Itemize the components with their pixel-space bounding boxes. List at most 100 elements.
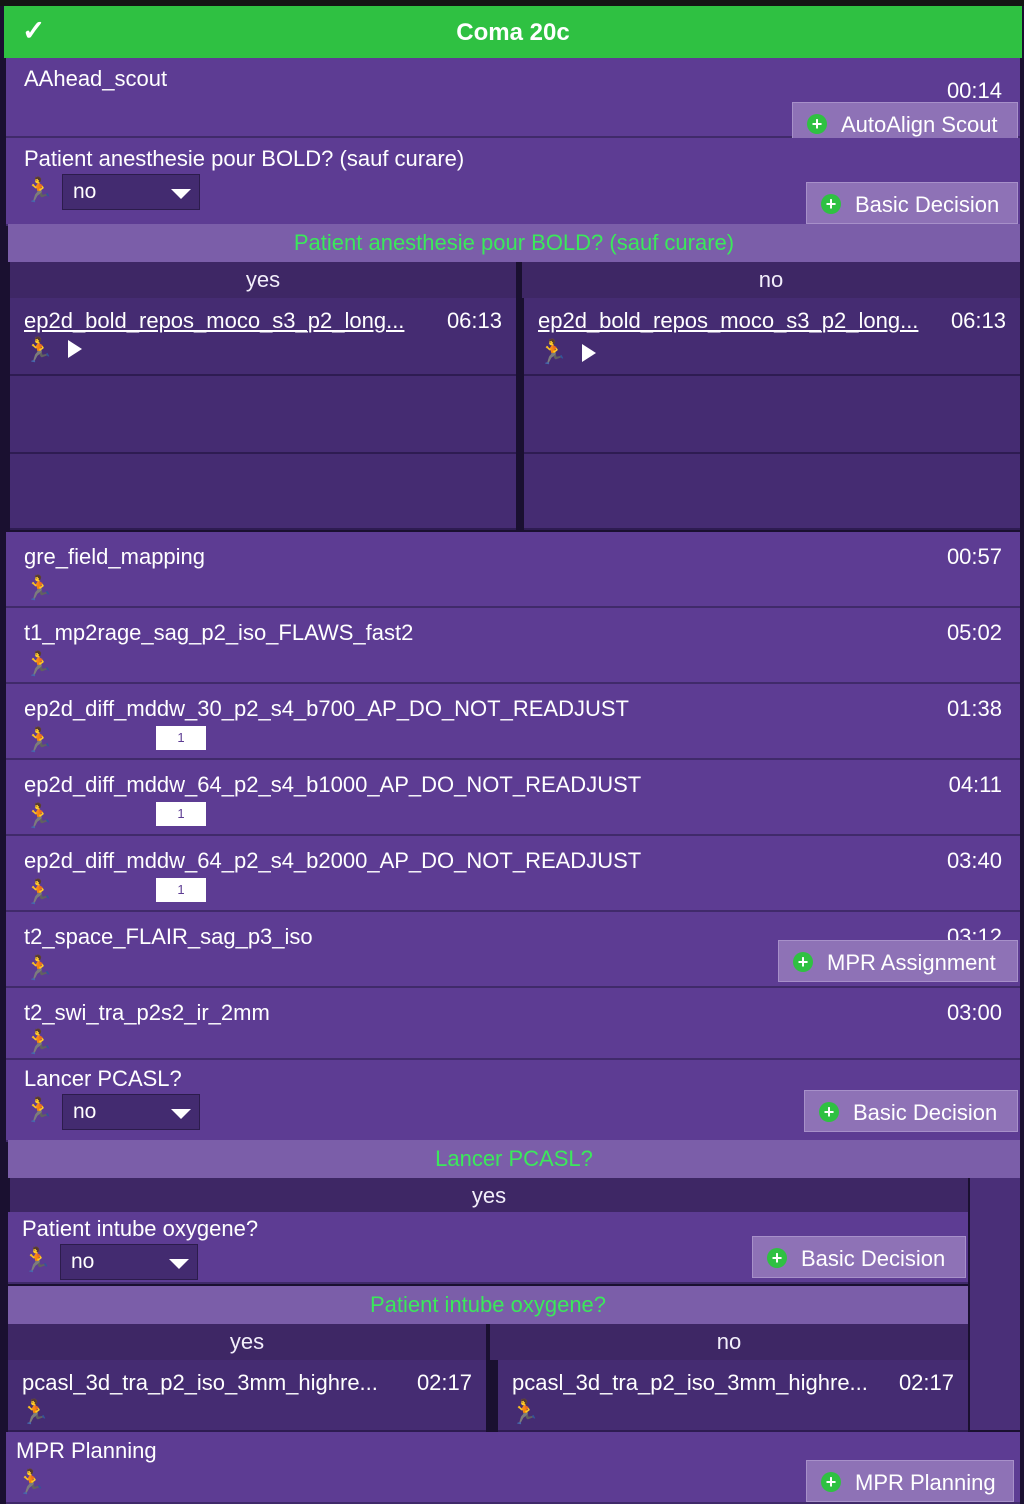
sequence-name: ep2d_diff_mddw_64_p2_s4_b2000_AP_DO_NOT_… — [24, 848, 642, 873]
sequence-name: pcasl_3d_tra_p2_iso_3mm_highre... — [512, 1370, 868, 1395]
sequence-time: 04:11 — [948, 772, 1002, 797]
decision-title: Patient intube oxygene? — [8, 1286, 968, 1324]
basic-decision-button[interactable]: + Basic Decision — [806, 182, 1018, 224]
person-walking-icon: 🏃 — [24, 1029, 54, 1056]
sequence-name: ep2d_diff_mddw_64_p2_s4_b1000_AP_DO_NOT_… — [24, 772, 642, 797]
decision-row-bold[interactable]: Patient anesthesie pour BOLD? (sauf cura… — [6, 138, 1020, 226]
play-icon[interactable] — [582, 344, 596, 362]
sequence-row[interactable]: t2_swi_tra_p2s2_ir_2mm 03:00 🏃 — [6, 988, 1020, 1060]
branch-no-empty-slot — [524, 454, 1020, 530]
sequence-row[interactable]: t2_space_FLAIR_sag_p3_iso 03:12 🏃 + MPR … — [6, 912, 1020, 988]
sequence-row[interactable]: gre_field_mapping 00:57 🏃 — [6, 532, 1020, 608]
sequence-time: 03:00 — [946, 1000, 1002, 1025]
person-walking-icon: 🏃 — [510, 1399, 540, 1426]
protocol-title-bar: ✓ Coma 20c — [4, 6, 1022, 58]
decision-question: Patient anesthesie pour BOLD? (sauf cura… — [24, 146, 465, 171]
chevron-down-icon — [169, 1259, 189, 1269]
person-walking-icon: 🏃 — [24, 803, 54, 830]
plus-circle-icon: + — [807, 114, 827, 134]
sequence-name: ep2d_bold_repos_moco_s3_p2_long... — [538, 308, 919, 333]
branch-yes-header: yes — [10, 1178, 968, 1214]
person-walking-icon: 🏃 — [538, 339, 568, 366]
branch-yes-empty-slot — [10, 376, 516, 454]
sequence-name: gre_field_mapping — [24, 544, 206, 569]
person-walking-icon: 🏃 — [24, 575, 54, 602]
sequence-name: ep2d_bold_repos_moco_s3_p2_long... — [24, 308, 405, 333]
chevron-down-icon — [171, 189, 191, 199]
plus-circle-icon: + — [767, 1248, 787, 1268]
branch-no-sequence[interactable]: ep2d_bold_repos_moco_s3_p2_long... 06:13… — [524, 298, 1020, 376]
scout-row[interactable]: AAhead_scout 00:14 + AutoAlign Scout — [6, 58, 1020, 144]
play-icon[interactable] — [68, 340, 82, 358]
person-walking-icon: 🏃 — [24, 651, 54, 678]
mpr-planning-button[interactable]: + MPR Planning — [806, 1460, 1014, 1502]
basic-decision-button[interactable]: + Basic Decision — [804, 1090, 1018, 1132]
plus-circle-icon: + — [819, 1102, 839, 1122]
sequence-name: t2_space_FLAIR_sag_p3_iso — [24, 924, 313, 949]
button-label: MPR Assignment — [827, 950, 996, 975]
branch-no-header: no — [490, 1324, 968, 1360]
decision-title: Patient anesthesie pour BOLD? (sauf cura… — [8, 224, 1020, 262]
sequence-name: ep2d_diff_mddw_30_p2_s4_b700_AP_DO_NOT_R… — [24, 696, 629, 721]
sequence-time: 03:40 — [946, 848, 1002, 873]
decision-row-pcasl[interactable]: Lancer PCASL? 🏃 no + Basic Decision — [6, 1060, 1020, 1142]
sequence-row[interactable]: ep2d_diff_mddw_64_p2_s4_b1000_AP_DO_NOT_… — [6, 760, 1020, 836]
dropdown-value: no — [73, 180, 97, 203]
sequence-time: 05:02 — [946, 620, 1002, 645]
dropdown-value: no — [71, 1250, 95, 1273]
plus-circle-icon: + — [793, 952, 813, 972]
branch-yes-empty-slot — [10, 454, 516, 530]
branch-no-column — [970, 1178, 1020, 1430]
sequence-name: pcasl_3d_tra_p2_iso_3mm_highre... — [22, 1370, 378, 1395]
button-label: MPR Planning — [855, 1470, 996, 1495]
decision-question: Lancer PCASL? — [24, 1066, 182, 1091]
decision-row-intube[interactable]: Patient intube oxygene? 🏃 no + Basic Dec… — [8, 1212, 968, 1284]
branch-no-empty-slot — [524, 376, 1020, 454]
sequence-time: 06:13 — [446, 308, 502, 333]
sequence-time: 01:38 — [946, 696, 1002, 721]
sequence-row[interactable]: ep2d_diff_mddw_30_p2_s4_b700_AP_DO_NOT_R… — [6, 684, 1020, 760]
sequence-time: 06:13 — [950, 308, 1006, 333]
dropdown-value: no — [73, 1100, 97, 1123]
series-tag: 1 — [156, 878, 206, 902]
decision-dropdown[interactable]: no — [62, 174, 200, 210]
person-walking-icon: 🏃 — [22, 1247, 52, 1274]
decision-dropdown[interactable]: no — [60, 1244, 198, 1280]
person-walking-icon: 🏃 — [20, 1399, 50, 1426]
series-tag: 1 — [156, 802, 206, 826]
decision-title: Lancer PCASL? — [8, 1140, 1020, 1178]
button-label: Basic Decision — [855, 192, 1000, 217]
sequence-row[interactable]: t1_mp2rage_sag_p2_iso_FLAWS_fast2 05:02 … — [6, 608, 1020, 684]
person-walking-icon: 🏃 — [24, 337, 54, 364]
person-walking-icon: 🏃 — [24, 955, 54, 982]
sequence-time: 02:17 — [416, 1370, 472, 1395]
sequence-time: 00:14 — [946, 78, 1002, 103]
button-label: AutoAlign Scout — [841, 112, 998, 137]
person-walking-icon: 🏃 — [24, 727, 54, 754]
mpr-assignment-button[interactable]: + MPR Assignment — [778, 940, 1018, 982]
button-label: Basic Decision — [801, 1246, 946, 1271]
sequence-name: t2_swi_tra_p2s2_ir_2mm — [24, 1000, 270, 1025]
person-walking-icon: 🏃 — [24, 879, 54, 906]
branch-no-header: no — [522, 262, 1020, 298]
sequence-name: AAhead_scout — [24, 66, 168, 91]
branch-yes-header: yes — [10, 262, 516, 298]
decision-question: Patient intube oxygene? — [22, 1216, 259, 1241]
step-name: MPR Planning — [16, 1438, 157, 1463]
series-tag: 1 — [156, 726, 206, 750]
sequence-time: 02:17 — [898, 1370, 954, 1395]
branch-yes-sequence[interactable]: pcasl_3d_tra_p2_iso_3mm_highre... 02:17 … — [8, 1360, 486, 1432]
mpr-planning-row[interactable]: MPR Planning 🏃 + MPR Planning — [6, 1432, 1020, 1504]
sequence-time: 00:57 — [946, 544, 1002, 569]
protocol-title: Coma 20c — [456, 19, 570, 46]
sequence-row[interactable]: ep2d_diff_mddw_64_p2_s4_b2000_AP_DO_NOT_… — [6, 836, 1020, 912]
sequence-name: t1_mp2rage_sag_p2_iso_FLAWS_fast2 — [24, 620, 414, 645]
plus-circle-icon: + — [821, 194, 841, 214]
branch-no-sequence[interactable]: pcasl_3d_tra_p2_iso_3mm_highre... 02:17 … — [498, 1360, 968, 1432]
basic-decision-button[interactable]: + Basic Decision — [752, 1236, 966, 1278]
decision-dropdown[interactable]: no — [62, 1094, 200, 1130]
person-walking-icon: 🏃 — [24, 177, 54, 204]
person-walking-icon: 🏃 — [24, 1097, 54, 1124]
branch-yes-sequence[interactable]: ep2d_bold_repos_moco_s3_p2_long... 06:13… — [10, 298, 516, 376]
button-label: Basic Decision — [853, 1100, 998, 1125]
